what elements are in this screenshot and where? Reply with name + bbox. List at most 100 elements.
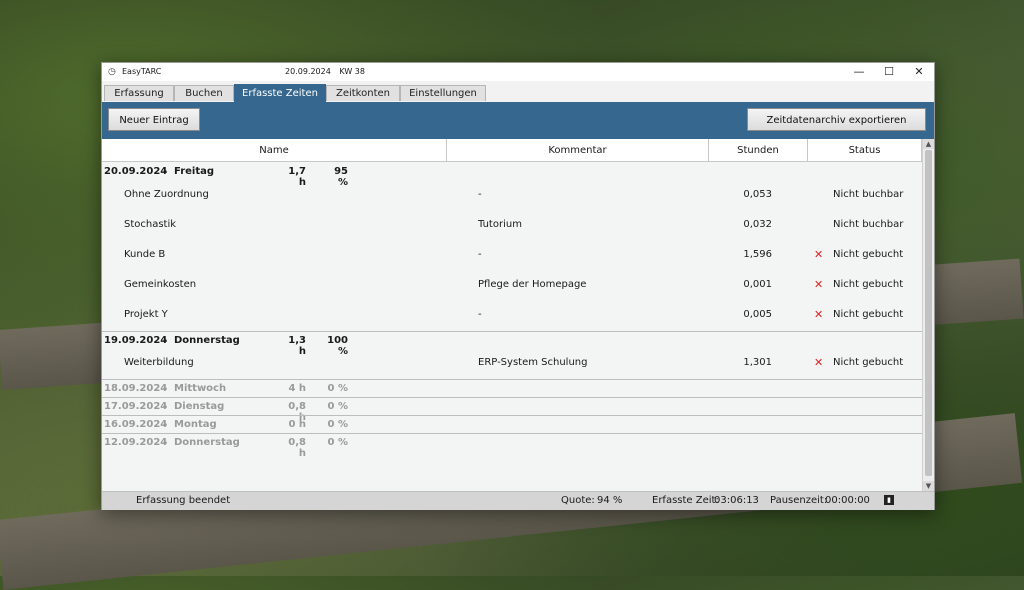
tab-einstellungen[interactable]: Einstellungen (400, 85, 486, 101)
chart-icon[interactable]: ▮ (884, 495, 894, 505)
row-status: Nicht buchbar (833, 219, 904, 230)
group-quota: 0 % (327, 419, 348, 430)
tracked-time-label: Erfasste Zeit: (652, 495, 719, 506)
group-separator: - (163, 419, 168, 430)
row-status: Nicht buchbar (833, 189, 904, 200)
row-hours: 0,032 (743, 219, 772, 230)
scroll-up-arrow-icon[interactable]: ▲ (923, 139, 934, 149)
group-date: 12.09.2024 (104, 437, 168, 448)
day-group-header[interactable]: 19.09.2024 - Donnerstag 1,3 h 100 % (102, 332, 922, 357)
group-hours: 0,8 h (288, 437, 306, 459)
group-weekday: Mittwoch (174, 383, 227, 394)
quota-value: 94 % (597, 495, 623, 506)
not-booked-x-icon: ✕ (814, 278, 824, 291)
group-weekday: Montag (174, 419, 217, 430)
time-entries-table: Name Kommentar Stunden Status 20.09.2024… (102, 139, 934, 491)
group-hours: 0 h (288, 419, 306, 430)
group-separator: - (163, 437, 168, 448)
status-bar: Erfassung beendet Quote: 94 % Erfasste Z… (102, 491, 934, 510)
table-header: Name Kommentar Stunden Status (102, 139, 922, 162)
row-comment: - (478, 249, 482, 260)
row-status: Nicht gebucht (833, 309, 904, 320)
table-row[interactable]: Kunde B - 1,596 ✕ Nicht gebucht (102, 240, 922, 270)
group-separator: - (163, 401, 168, 412)
tab-buchen[interactable]: Buchen (174, 85, 234, 101)
row-name: Ohne Zuordnung (124, 189, 209, 200)
tracking-state: Erfassung beendet (136, 495, 231, 506)
row-name: Gemeinkosten (124, 279, 197, 290)
not-booked-x-icon: ✕ (814, 248, 824, 261)
row-status: Nicht gebucht (833, 279, 904, 290)
group-weekday: Donnerstag (174, 437, 240, 448)
table-row[interactable]: Ohne Zuordnung - 0,053 Nicht buchbar (102, 180, 922, 210)
row-hours: 0,005 (743, 309, 772, 320)
row-comment: Pflege der Homepage (478, 279, 587, 290)
group-separator: - (163, 383, 168, 394)
table-row[interactable]: Projekt Y - 0,005 ✕ Nicht gebucht (102, 300, 922, 330)
group-date: 16.09.2024 (104, 419, 168, 430)
group-date: 19.09.2024 (104, 335, 168, 346)
minimize-button[interactable]: — (844, 63, 874, 81)
title-week: KW 38 (339, 67, 365, 76)
title-bar[interactable]: ◷ EasyTARC 20.09.2024 KW 38 — ☐ ✕ (102, 63, 934, 81)
group-weekday: Freitag (174, 166, 215, 177)
column-header-name[interactable]: Name (102, 139, 447, 161)
vertical-scrollbar[interactable]: ▲ ▼ (922, 139, 934, 491)
group-quota: 0 % (327, 401, 348, 412)
row-hours: 1,596 (743, 249, 772, 260)
pause-time-label: Pausenzeit: (770, 495, 828, 506)
tracked-time-value: 03:06:13 (714, 495, 759, 506)
row-name: Kunde B (124, 249, 166, 260)
tab-erfasste-zeiten[interactable]: Erfasste Zeiten (234, 84, 326, 102)
tab-erfassung[interactable]: Erfassung (104, 85, 174, 101)
maximize-button[interactable]: ☐ (874, 63, 904, 81)
tab-zeitkonten[interactable]: Zeitkonten (326, 85, 400, 101)
scroll-thumb[interactable] (925, 150, 932, 476)
group-weekday: Donnerstag (174, 335, 240, 346)
tab-bar: Erfassung Buchen Erfasste Zeiten Zeitkon… (102, 84, 934, 102)
title-date: 20.09.2024 (285, 67, 331, 76)
quota-label: Quote: (561, 495, 595, 506)
row-status: Nicht gebucht (833, 249, 904, 260)
group-date: 20.09.2024 (104, 166, 168, 177)
row-comment: ERP-System Schulung (478, 357, 588, 368)
app-title: EasyTARC (122, 67, 162, 76)
group-weekday: Dienstag (174, 401, 225, 412)
row-status: Nicht gebucht (833, 357, 904, 368)
group-separator: - (163, 166, 168, 177)
column-header-comment[interactable]: Kommentar (447, 139, 709, 161)
toolbar: Neuer Eintrag Zeitdatenarchiv exportiere… (102, 102, 934, 139)
table-row[interactable]: Gemeinkosten Pflege der Homepage 0,001 ✕… (102, 270, 922, 300)
not-booked-x-icon: ✕ (814, 308, 824, 321)
new-entry-button[interactable]: Neuer Eintrag (108, 108, 200, 131)
row-hours: 0,053 (743, 189, 772, 200)
group-hours: 4 h (288, 383, 306, 394)
day-group-header[interactable]: 16.09.2024 - Montag 0 h 0 % (102, 416, 922, 433)
group-date: 18.09.2024 (104, 383, 168, 394)
row-comment: - (478, 189, 482, 200)
export-archive-button[interactable]: Zeitdatenarchiv exportieren (747, 108, 926, 131)
row-name: Stochastik (124, 219, 177, 230)
table-row[interactable]: Stochastik Tutorium 0,032 Nicht buchbar (102, 210, 922, 240)
pause-time-value: 00:00:00 (825, 495, 870, 506)
row-hours: 1,301 (743, 357, 772, 368)
column-header-hours[interactable]: Stunden (709, 139, 808, 161)
day-group-header[interactable]: 12.09.2024 - Donnerstag 0,8 h 0 % (102, 434, 922, 459)
group-quota: 0 % (327, 437, 348, 448)
scroll-down-arrow-icon[interactable]: ▼ (923, 481, 934, 491)
row-comment: - (478, 309, 482, 320)
row-hours: 0,001 (743, 279, 772, 290)
row-name: Weiterbildung (124, 357, 194, 368)
not-booked-x-icon: ✕ (814, 356, 824, 369)
row-name: Projekt Y (124, 309, 168, 320)
table-row[interactable]: Weiterbildung ERP-System Schulung 1,301 … (102, 348, 922, 378)
group-separator: - (163, 335, 168, 346)
day-group-header[interactable]: 20.09.2024 - Freitag 1,7 h 95 % (102, 163, 922, 188)
day-group-header[interactable]: 17.09.2024 - Dienstag 0,8 h 0 % (102, 398, 922, 423)
app-clock-icon: ◷ (108, 67, 116, 77)
column-header-status[interactable]: Status (808, 139, 922, 161)
row-comment: Tutorium (478, 219, 522, 230)
close-button[interactable]: ✕ (904, 63, 934, 81)
group-date: 17.09.2024 (104, 401, 168, 412)
day-group-header[interactable]: 18.09.2024 - Mittwoch 4 h 0 % (102, 380, 922, 397)
